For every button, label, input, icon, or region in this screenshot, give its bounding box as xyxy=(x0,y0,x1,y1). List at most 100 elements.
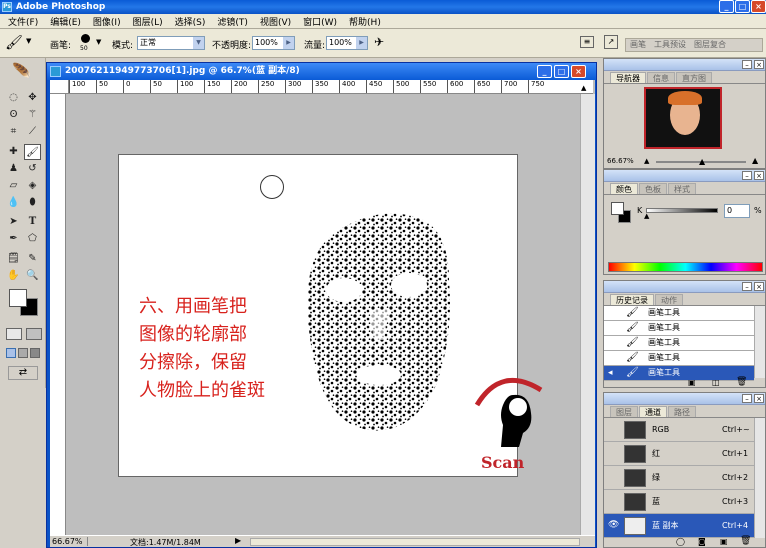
shape-tool-icon[interactable]: ⬠ xyxy=(24,231,41,247)
channel-row-blue-copy[interactable]: 👁 蓝 副本 Ctrl+4 xyxy=(604,514,754,538)
tab-color[interactable]: 颜色 xyxy=(610,183,638,194)
menu-filter[interactable]: 滤镜(T) xyxy=(211,15,254,28)
eraser-tool-icon[interactable]: ▱ xyxy=(5,178,22,194)
color-ramp[interactable] xyxy=(608,262,763,272)
menu-edit[interactable]: 编辑(E) xyxy=(44,15,87,28)
menu-window[interactable]: 窗口(W) xyxy=(297,15,343,28)
palette-menu-icon[interactable]: ≡ xyxy=(580,36,594,48)
palette-minimize-icon[interactable]: – xyxy=(742,60,752,69)
eye-icon[interactable]: 👁 xyxy=(608,514,619,537)
history-item[interactable]: 🖌 画笔工具 xyxy=(604,321,754,336)
type-tool-icon[interactable]: T xyxy=(24,214,41,230)
well-tab-layer-comps[interactable]: 图层复合 xyxy=(690,39,730,51)
well-tab-brushes[interactable]: 画笔 xyxy=(626,39,650,51)
palette-close-icon[interactable]: × xyxy=(754,60,764,69)
screen-mode-full-icon[interactable] xyxy=(30,348,40,358)
vertical-scrollbar[interactable] xyxy=(580,94,595,535)
save-selection-channel-icon[interactable]: ◙ xyxy=(698,537,706,546)
paint-bucket-tool-icon[interactable]: ◈ xyxy=(24,178,41,194)
menu-help[interactable]: 帮助(H) xyxy=(343,15,387,28)
palette-close-icon[interactable]: × xyxy=(754,282,764,291)
tab-histogram[interactable]: 直方图 xyxy=(676,72,712,83)
tool-preset-chevron-icon[interactable]: ▼ xyxy=(26,37,31,45)
color-foreground-swatch[interactable] xyxy=(611,202,624,215)
crop-tool-icon[interactable]: ⌗ xyxy=(5,124,22,140)
history-brush-tool-icon[interactable]: ↺ xyxy=(24,161,41,177)
tab-channels[interactable]: 通道 xyxy=(639,406,667,417)
standard-mode-icon[interactable] xyxy=(6,328,22,340)
channel-row-red[interactable]: 红 Ctrl+1 xyxy=(604,442,754,466)
history-item[interactable]: 🖌 画笔工具 xyxy=(604,336,754,351)
zoom-out-icon[interactable]: ▲ xyxy=(644,157,649,165)
palette-close-icon[interactable]: × xyxy=(754,171,764,180)
foreground-color-swatch[interactable] xyxy=(9,289,27,307)
channel-row-green[interactable]: 绿 Ctrl+2 xyxy=(604,466,754,490)
horizontal-scrollbar[interactable] xyxy=(250,538,580,546)
color-slider-handle[interactable]: ▲ xyxy=(644,212,649,220)
tab-actions[interactable]: 动作 xyxy=(655,294,683,305)
navigator-thumbnail[interactable] xyxy=(644,87,722,149)
zoom-in-icon[interactable]: ▲ xyxy=(752,156,758,165)
trash-icon[interactable]: 🗑 xyxy=(740,536,751,546)
color-k-slider[interactable] xyxy=(646,208,718,213)
magic-wand-tool-icon[interactable]: ⚚ xyxy=(24,107,41,123)
image-canvas[interactable]: 六、用画笔把 图像的轮廓部 分擦除，保留 人物脸上的雀斑 Scan xyxy=(118,154,543,477)
screen-mode-standard-icon[interactable] xyxy=(6,348,16,358)
ruler-origin[interactable] xyxy=(50,80,69,94)
tab-styles[interactable]: 样式 xyxy=(668,183,696,194)
blur-tool-icon[interactable]: 💧 xyxy=(5,195,22,211)
tab-navigator[interactable]: 导航器 xyxy=(610,72,646,83)
brush-tool-icon[interactable]: 🖌 xyxy=(24,144,41,160)
history-item[interactable]: 🖌 画笔工具 xyxy=(604,306,754,321)
status-menu-chevron-icon[interactable]: ▶ xyxy=(235,536,241,545)
menu-layer[interactable]: 图层(L) xyxy=(127,15,169,28)
palette-minimize-icon[interactable]: – xyxy=(742,171,752,180)
notes-tool-icon[interactable]: 🗒 xyxy=(5,251,22,267)
channel-row-blue[interactable]: 蓝 Ctrl+3 xyxy=(604,490,754,514)
well-tab-tool-presets[interactable]: 工具预设 xyxy=(650,39,690,51)
dodge-tool-icon[interactable]: ⬮ xyxy=(24,195,41,211)
channels-scrollbar[interactable] xyxy=(754,418,765,538)
palette-minimize-icon[interactable]: – xyxy=(742,282,752,291)
brush-tool-preset-icon[interactable]: 🖌 xyxy=(4,33,24,53)
canvas-area[interactable]: 100 50 0 50 100 150 200 250 300 350 400 450 500 550 60… xyxy=(50,80,595,535)
zoom-readout[interactable]: 66.67% xyxy=(52,537,88,546)
tab-history[interactable]: 历史记录 xyxy=(610,294,654,305)
palette-close-icon[interactable]: × xyxy=(754,394,764,403)
minimize-button[interactable]: _ xyxy=(719,0,734,13)
menu-image[interactable]: 图像(I) xyxy=(87,15,127,28)
maximize-button[interactable]: □ xyxy=(735,0,750,13)
zoom-tool-icon[interactable]: 🔍 xyxy=(24,268,41,284)
screen-mode-full-menu-icon[interactable] xyxy=(18,348,28,358)
pen-tool-icon[interactable]: ✒ xyxy=(5,231,22,247)
flow-field[interactable]: 100% ▶ xyxy=(326,36,368,50)
doc-minimize-button[interactable]: _ xyxy=(537,65,552,78)
menu-file[interactable]: 文件(F) xyxy=(2,15,44,28)
new-document-from-state-icon[interactable]: ▣ xyxy=(688,378,696,387)
quick-mask-mode-icon[interactable] xyxy=(26,328,42,340)
channel-row-rgb[interactable]: RGB Ctrl+~ xyxy=(604,418,754,442)
clone-stamp-tool-icon[interactable]: ♟ xyxy=(5,161,22,177)
navigator-zoom-value[interactable]: 66.67% xyxy=(607,157,634,165)
doc-close-button[interactable]: × xyxy=(571,65,586,78)
history-item-current[interactable]: ◂ 🖌 画笔工具 xyxy=(604,366,754,381)
history-scrollbar[interactable] xyxy=(754,306,765,378)
color-value-field[interactable]: 0 xyxy=(724,204,750,218)
mode-select[interactable]: 正常 ▼ xyxy=(137,36,205,50)
zoom-slider-handle[interactable]: ▲ xyxy=(699,157,705,166)
history-item[interactable]: 🖌 画笔工具 xyxy=(604,351,754,366)
healing-brush-tool-icon[interactable]: ✚ xyxy=(5,144,22,160)
trash-icon[interactable]: 🗑 xyxy=(736,377,747,387)
palette-minimize-icon[interactable]: – xyxy=(742,394,752,403)
tab-swatches[interactable]: 色板 xyxy=(639,183,667,194)
slice-tool-icon[interactable]: ⟋ xyxy=(24,124,41,140)
new-channel-icon[interactable]: ▣ xyxy=(720,537,728,546)
move-tool-icon[interactable]: ✥ xyxy=(24,90,41,106)
marquee-tool-icon[interactable]: ◌ xyxy=(5,90,22,106)
doc-maximize-button[interactable]: □ xyxy=(554,65,569,78)
menu-view[interactable]: 视图(V) xyxy=(254,15,297,28)
hand-tool-icon[interactable]: ✋ xyxy=(5,268,22,284)
new-snapshot-icon[interactable]: ◫ xyxy=(712,378,720,387)
airbrush-icon[interactable]: ✈ xyxy=(374,35,384,49)
path-selection-tool-icon[interactable]: ➤ xyxy=(5,214,22,230)
